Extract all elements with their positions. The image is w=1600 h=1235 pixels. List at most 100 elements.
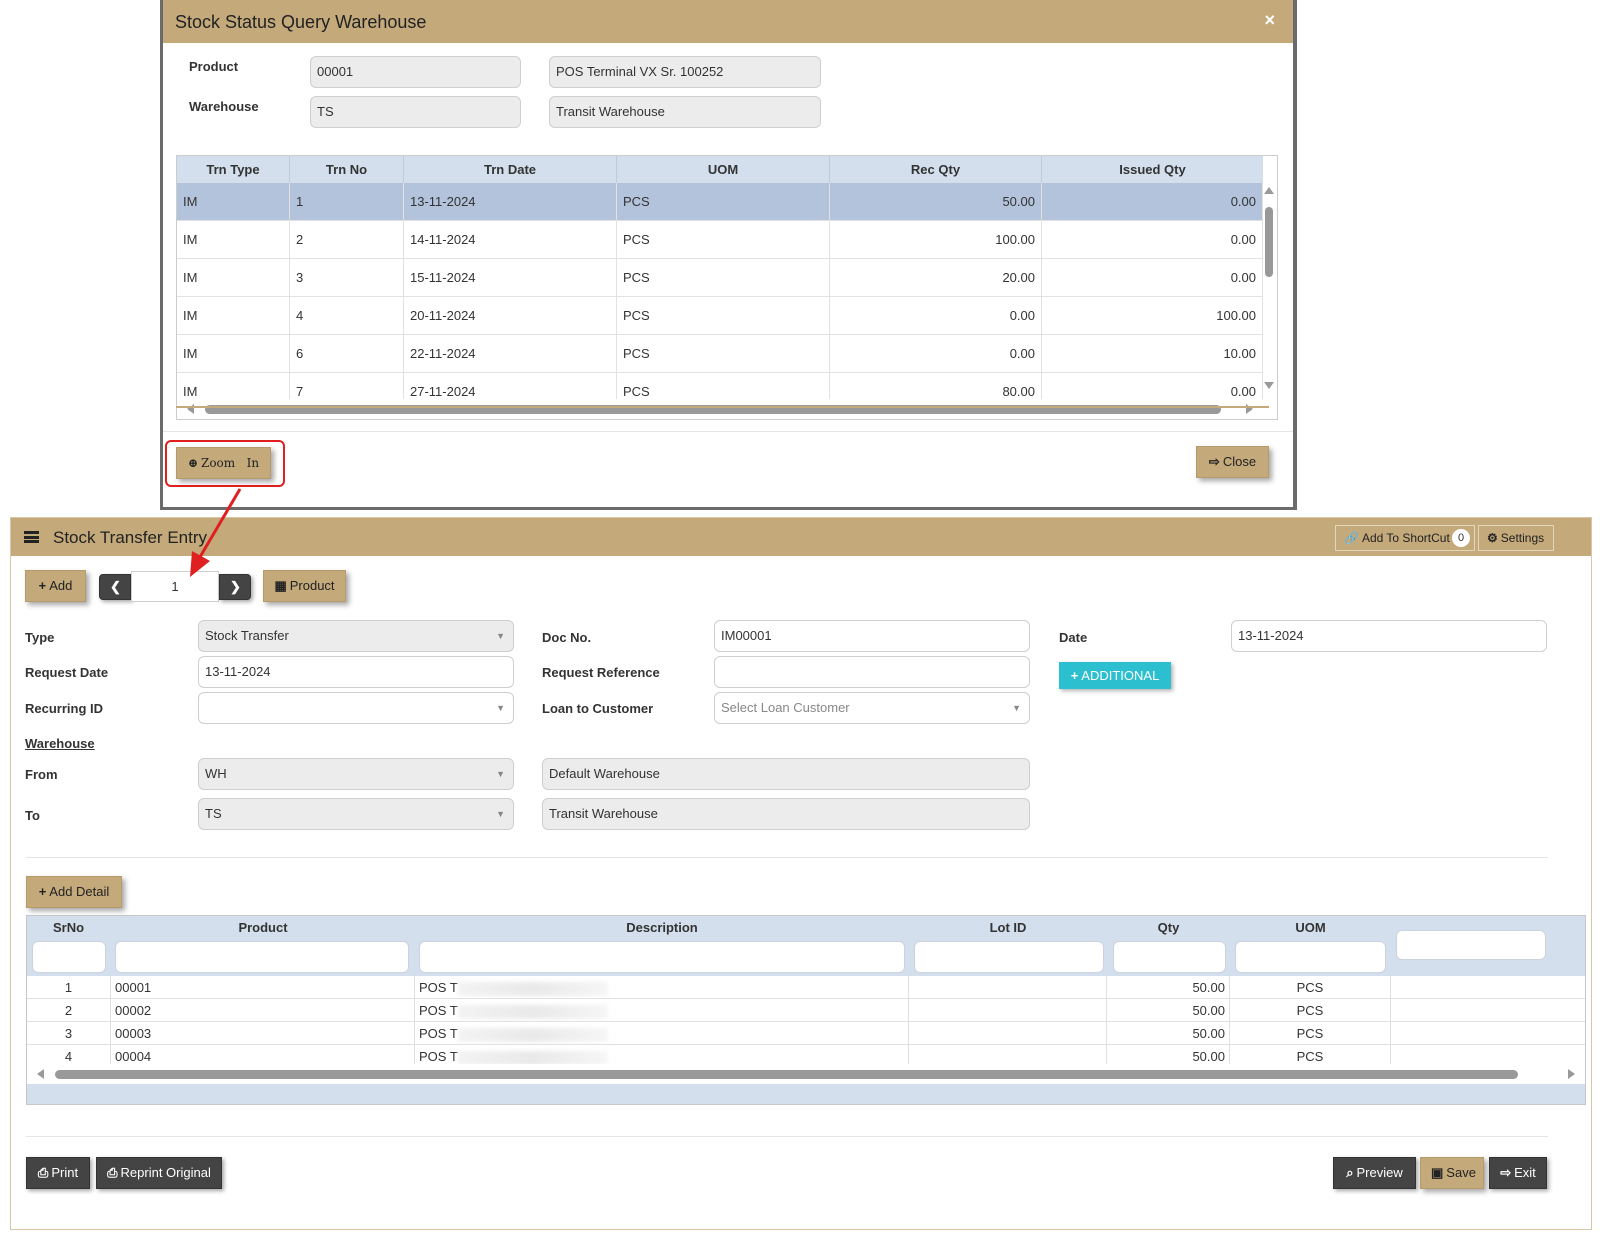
table-row[interactable]: IM 3 15-11-2024 PCS 20.00 0.00 (177, 259, 1263, 297)
additional-button[interactable]: + ADDITIONAL (1059, 662, 1171, 689)
add-detail-button[interactable]: + Add Detail (26, 876, 122, 908)
table-cell-desc: POS T (415, 976, 909, 999)
cell-text: 2 (64, 1003, 73, 1018)
scroll-right-icon[interactable] (1568, 1069, 1575, 1079)
col-uom[interactable]: UOM (617, 156, 830, 183)
plus-icon: + (38, 884, 47, 899)
product-filter-input[interactable] (115, 941, 409, 973)
type-select[interactable]: Stock Transfer ▼ (198, 620, 514, 652)
cell-text: 00004 (115, 1049, 152, 1064)
plus-icon: + (38, 578, 47, 593)
col-lot-id[interactable]: Lot ID (909, 920, 1107, 940)
col-uom[interactable]: UOM (1230, 920, 1391, 940)
table-row[interactable]: IM 6 22-11-2024 PCS 0.00 10.00 (177, 335, 1263, 373)
modal-header: Stock Status Query Warehouse × (163, 0, 1293, 43)
col-trn-type[interactable]: Trn Type (177, 156, 290, 183)
warehouse-name-field[interactable]: Transit Warehouse (549, 96, 821, 128)
prev-record-button[interactable]: ❮ (99, 574, 131, 600)
table-row[interactable]: IM 4 20-11-2024 PCS 0.00 100.00 (177, 297, 1263, 335)
to-warehouse-select[interactable]: TS ▼ (198, 798, 514, 830)
table-cell-lot (909, 1022, 1107, 1045)
product-button[interactable]: ▦ Product (263, 570, 346, 602)
add-to-shortcut-button[interactable]: 🔗 Add To ShortCut 0 (1335, 525, 1475, 551)
table-row[interactable]: 1 00001 POS T 50.00 PCS (27, 976, 1585, 999)
stock-status-modal: Stock Status Query Warehouse × Product 0… (163, 0, 1293, 507)
col-product[interactable]: Product (111, 920, 415, 940)
col-trn-date[interactable]: Trn Date (404, 156, 617, 183)
loan-customer-select[interactable]: Select Loan Customer ▼ (714, 692, 1030, 724)
table-cell-uom: PCS (617, 335, 830, 373)
table-cell-qty: 50.00 (1107, 999, 1230, 1022)
preview-button[interactable]: ⌕ Preview (1333, 1157, 1416, 1189)
redacted-text (457, 1004, 608, 1019)
print-icon: ⎙ (37, 1165, 49, 1180)
product-label: Product (289, 578, 335, 593)
description-filter-input[interactable] (419, 941, 905, 973)
table-row[interactable]: 3 00003 POS T 50.00 PCS (27, 1022, 1585, 1045)
divider (176, 406, 1269, 408)
close-icon[interactable]: × (1264, 10, 1275, 31)
cell-text: PCS (1296, 1026, 1324, 1041)
table-cell-sr: 2 (27, 999, 111, 1022)
close-button[interactable]: ⇨ Close (1196, 446, 1269, 478)
scroll-down-icon[interactable] (1264, 382, 1274, 389)
col-trn-no[interactable]: Trn No (290, 156, 404, 183)
reprint-original-button[interactable]: ⎙ Reprint Original (96, 1157, 222, 1189)
product-name-field[interactable]: POS Terminal VX Sr. 100252 (549, 56, 821, 88)
lot-id-filter-input[interactable] (914, 941, 1104, 973)
recurring-id-select[interactable]: ▼ (198, 692, 514, 724)
table-row[interactable]: IM 2 14-11-2024 PCS 100.00 0.00 (177, 221, 1263, 259)
table-cell-qty: 50.00 (1107, 976, 1230, 999)
cell-text: POS T (419, 1003, 458, 1018)
grid-header: Trn Type Trn No Trn Date UOM Rec Qty Iss… (177, 156, 1263, 183)
srno-filter-input[interactable] (32, 941, 106, 973)
zoom-in-label: Zoom In (200, 456, 260, 470)
doc-no-label: Doc No. (542, 630, 592, 645)
zoom-in-button[interactable]: ⊕ Zoom In (176, 447, 271, 479)
doc-no-field[interactable]: IM00001 (714, 620, 1030, 652)
print-button[interactable]: ⎙ Print (26, 1157, 90, 1189)
extra-filter-input[interactable] (1396, 930, 1546, 960)
search-icon: ⌕ (1346, 1165, 1354, 1180)
uom-filter-input[interactable] (1235, 941, 1386, 973)
qty-filter-input[interactable] (1113, 941, 1226, 973)
from-warehouse-select[interactable]: WH ▼ (198, 758, 514, 790)
date-field[interactable]: 13-11-2024 (1231, 620, 1547, 652)
col-srno[interactable]: SrNo (27, 920, 110, 940)
request-date-field[interactable]: 13-11-2024 (198, 656, 514, 688)
scroll-left-icon[interactable] (37, 1069, 44, 1079)
settings-button[interactable]: ⚙ Settings (1478, 525, 1554, 551)
table-cell-no: 6 (290, 335, 404, 373)
table-row[interactable]: IM 1 13-11-2024 PCS 50.00 0.00 (177, 183, 1263, 221)
warehouse-code-field[interactable]: TS (310, 96, 521, 128)
exit-button[interactable]: ⇨ Exit (1489, 1157, 1547, 1189)
product-code-field[interactable]: 00001 (310, 56, 521, 88)
to-warehouse-name: Transit Warehouse (542, 798, 1030, 830)
scroll-up-icon[interactable] (1264, 187, 1274, 194)
redacted-text (457, 981, 608, 996)
add-button[interactable]: + Add (25, 570, 86, 602)
table-cell-issued: 100.00 (1042, 297, 1263, 335)
table-cell-date: 22-11-2024 (404, 335, 617, 373)
scroll-thumb[interactable] (1265, 207, 1273, 277)
save-button[interactable]: ▣ Save (1420, 1157, 1484, 1189)
table-row[interactable]: 2 00002 POS T 50.00 PCS (27, 999, 1585, 1022)
shortcut-label: Add To ShortCut (1361, 531, 1450, 545)
table-cell-uom: PCS (617, 297, 830, 335)
scroll-thumb[interactable] (55, 1070, 1518, 1079)
warehouse-label: Warehouse (189, 99, 259, 114)
col-issued-qty[interactable]: Issued Qty (1042, 156, 1263, 183)
request-reference-field[interactable] (714, 656, 1030, 688)
chevron-down-icon: ▼ (1012, 703, 1021, 713)
vertical-scrollbar[interactable] (1261, 183, 1277, 393)
horizontal-scrollbar[interactable] (27, 1064, 1585, 1084)
col-description[interactable]: Description (415, 920, 909, 940)
table-cell-issued: 0.00 (1042, 183, 1263, 221)
horizontal-scrollbar[interactable] (177, 399, 1263, 419)
table-cell-uom: PCS (617, 221, 830, 259)
to-label: To (25, 808, 40, 823)
col-rec-qty[interactable]: Rec Qty (830, 156, 1042, 183)
hamburger-icon[interactable] (24, 531, 39, 543)
col-qty[interactable]: Qty (1107, 920, 1230, 940)
cell-text: POS T (419, 980, 458, 995)
